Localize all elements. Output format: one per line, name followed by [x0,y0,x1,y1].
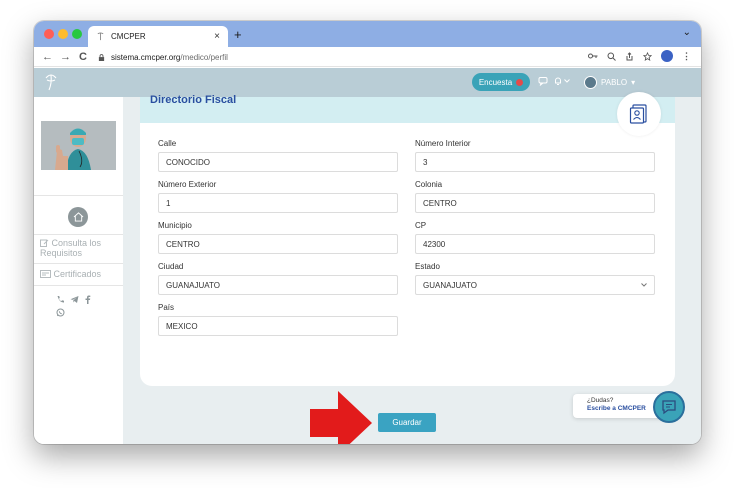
survey-label: Encuesta [478,77,513,87]
star-icon[interactable] [643,51,652,61]
numero-interior-label: Número Interior [415,139,471,148]
card-title: Directorio Fiscal [150,94,237,106]
pais-value: MEXICO [166,321,198,331]
chat-icon[interactable] [538,76,548,86]
key-icon[interactable] [588,52,598,60]
telegram-icon[interactable] [70,295,79,304]
numero-interior-input[interactable]: 3 [415,152,655,172]
help-chat-button[interactable] [653,391,685,423]
calle-value: CONOCIDO [166,157,210,167]
url-host: sistema.cmcper.org [111,52,181,62]
pais-label: País [158,303,175,312]
estado-select[interactable]: GUANAJUATO [415,275,655,295]
sidebar-item-certificados[interactable]: Certificados [40,269,101,279]
estado-value: GUANAJUATO [423,280,477,290]
chevron-down-icon [641,283,647,287]
url-path: /medico/perfil [180,52,228,62]
user-menu[interactable]: PABLO ▾ [584,76,635,89]
back-button[interactable]: ← [42,51,53,63]
doctor-profile-photo [41,121,116,170]
browser-window: CMCPER × + ⌄ ← → C sistema.cmcper.org/me… [34,21,701,444]
colonia-value: CENTRO [423,198,457,208]
pais-input[interactable]: MEXICO [158,316,398,336]
home-button[interactable] [68,207,88,227]
tab-close-icon[interactable]: × [214,31,220,42]
chat-bubble-icon [662,400,676,415]
address-bar[interactable]: sistema.cmcper.org/medico/perfil [98,50,618,64]
colonia-input[interactable]: CENTRO [415,193,655,213]
share-icon[interactable] [625,51,634,61]
social-links [56,295,91,304]
page-viewport: Encuesta PABLO ▾ Consulta los Requisitos… [34,68,701,444]
document-badge [617,92,661,136]
calle-input[interactable]: CONOCIDO [158,152,398,172]
profile-avatar-icon[interactable] [661,50,673,62]
more-menu-icon[interactable]: ⋮ [682,51,691,62]
numero-interior-value: 3 [423,157,428,167]
colonia-label: Colonia [415,180,443,189]
forward-button[interactable]: → [60,51,71,63]
estado-label: Estado [415,262,440,271]
municipio-value: CENTRO [166,239,200,249]
app-header: Encuesta PABLO ▾ [34,68,701,97]
home-icon [73,212,83,222]
minimize-window-button[interactable] [58,29,68,39]
zoom-icon[interactable] [607,52,616,61]
survey-notification-dot [516,78,524,86]
browser-tab[interactable]: CMCPER × [88,26,228,47]
main-content: Directorio Fiscal Calle CONOCIDO Número … [123,92,701,444]
numero-exterior-value: 1 [166,198,171,208]
cp-label: CP [415,221,427,230]
survey-button[interactable]: Encuesta [472,73,530,91]
user-caret-icon: ▾ [631,78,636,87]
bell-icon[interactable] [553,76,563,86]
bell-caret-icon[interactable] [564,79,570,83]
municipio-input[interactable]: CENTRO [158,234,398,254]
tab-title: CMCPER [111,32,146,41]
facebook-icon[interactable] [84,295,91,304]
whatsapp-icon[interactable] [56,308,65,317]
sidebar-divider [34,263,123,264]
browser-toolbar: ← → C sistema.cmcper.org/medico/perfil ⋮ [34,47,701,67]
calle-label: Calle [158,139,177,148]
toolbar-icons: ⋮ [588,50,691,62]
ciudad-label: Ciudad [158,262,184,271]
reload-button[interactable]: C [78,51,88,63]
close-window-button[interactable] [44,29,54,39]
fiscal-directory-card: Directorio Fiscal Calle CONOCIDO Número … [140,92,675,386]
sidebar-item-consulta-requisitos[interactable]: Consulta los Requisitos [40,238,123,258]
lock-icon [98,53,105,61]
numero-exterior-input[interactable]: 1 [158,193,398,213]
sidebar-divider [34,234,123,235]
sidebar-divider [34,195,123,196]
certificate-icon [40,270,51,278]
tab-bar: CMCPER × + ⌄ [34,21,701,47]
tab-menu-chevron-icon[interactable]: ⌄ [683,27,691,38]
user-avatar [584,76,597,89]
card-header: Directorio Fiscal [140,94,675,123]
document-profile-icon [629,104,647,124]
save-button[interactable]: Guardar [378,413,436,432]
ciudad-value: GUANAJUATO [166,280,220,290]
sidebar-divider [34,285,123,286]
maximize-window-button[interactable] [72,29,82,39]
cp-input[interactable]: 42300 [415,234,655,254]
new-tab-button[interactable]: + [234,27,242,42]
cp-value: 42300 [423,239,446,249]
user-name: PABLO [601,78,628,87]
edit-icon [40,239,49,247]
numero-exterior-label: Número Exterior [158,180,217,189]
sidebar-item-label: Consulta los Requisitos [40,238,102,258]
tab-favicon-icon [97,32,104,41]
ciudad-input[interactable]: GUANAJUATO [158,275,398,295]
phone-icon[interactable] [56,295,65,304]
red-arrow-icon [310,391,372,444]
cmcper-logo-icon[interactable] [43,73,59,91]
municipio-label: Municipio [158,221,192,230]
sidebar: Consulta los Requisitos Certificados [34,97,123,444]
sidebar-item-label: Certificados [53,269,102,279]
